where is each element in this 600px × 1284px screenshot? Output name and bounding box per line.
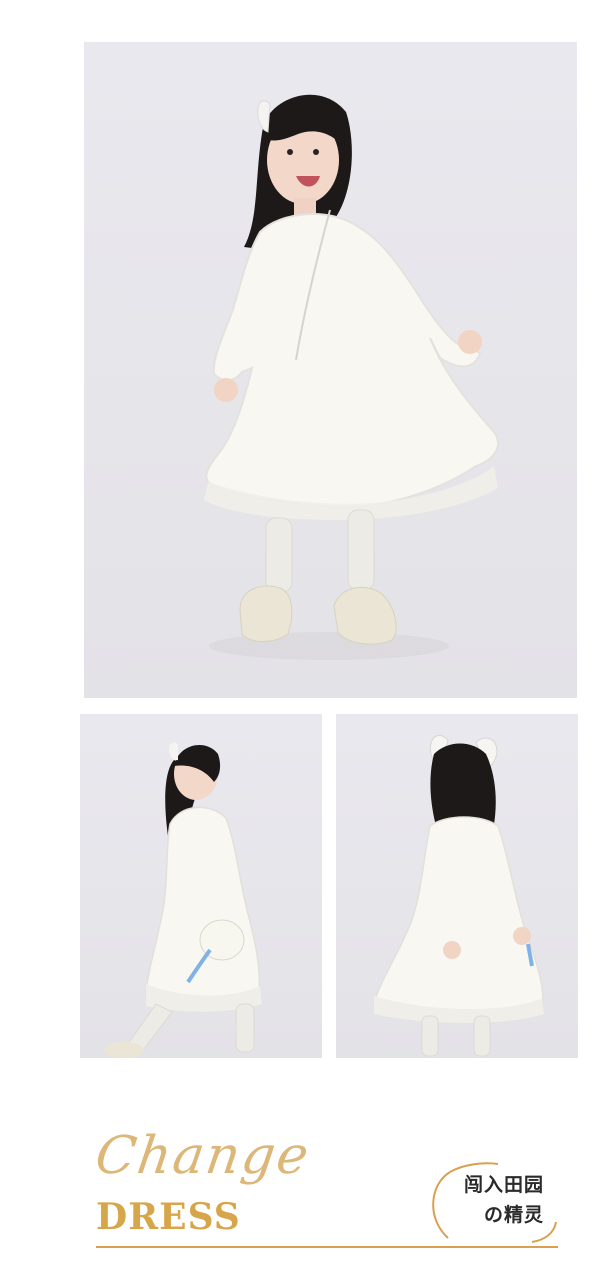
back-view-photo xyxy=(336,714,578,1058)
tagline-line-1: 闯入田园 xyxy=(463,1174,544,1196)
hero-photo xyxy=(84,42,577,698)
dress-title: DRESS xyxy=(96,1196,241,1238)
side-view-photo xyxy=(80,714,322,1058)
girl-back-illustration xyxy=(373,734,544,1057)
girl-side-illustration xyxy=(104,742,262,1058)
tagline-line-2: の精灵 xyxy=(483,1204,544,1226)
script-word-change: Change xyxy=(91,1126,315,1186)
girl-front-illustration xyxy=(204,94,499,660)
chinese-tagline: 闯入田园 の精灵 xyxy=(424,1160,564,1248)
